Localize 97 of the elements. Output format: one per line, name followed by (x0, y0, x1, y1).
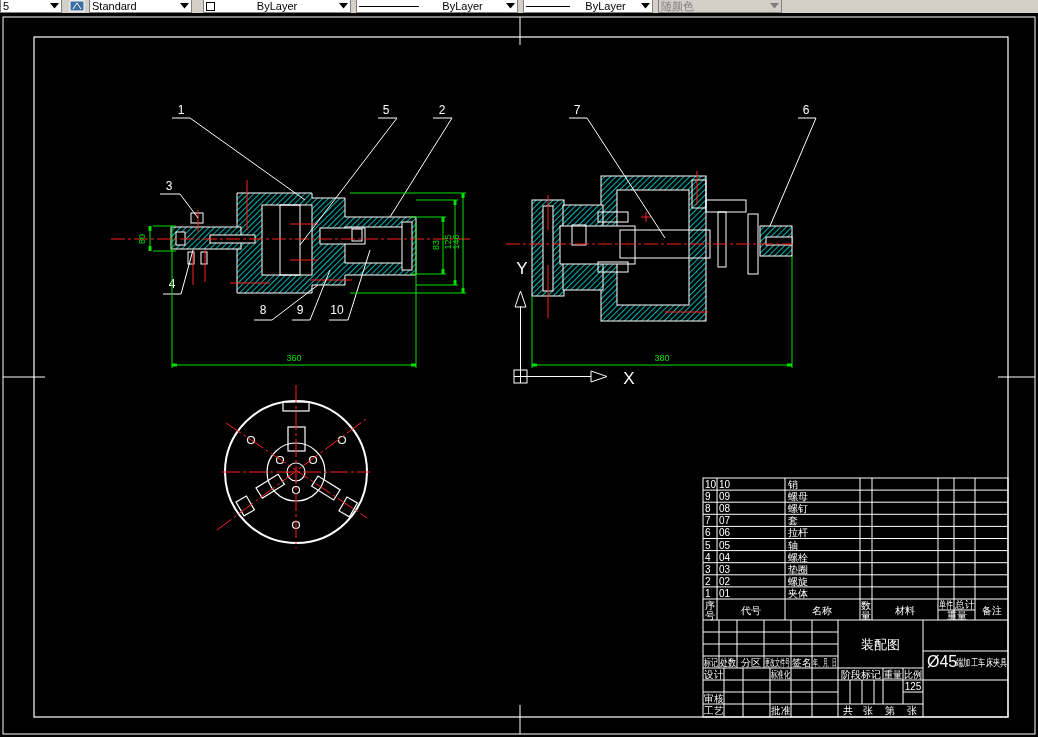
part-code: 05 (719, 539, 731, 551)
linetype-dropdown[interactable]: ByLayer (356, 0, 518, 13)
part-name: 轴 (788, 539, 798, 551)
item-number: 5 (705, 539, 711, 551)
revision-label: 签名 (791, 656, 812, 669)
part-number: 9 (296, 303, 304, 317)
part-number: 2 (438, 103, 446, 117)
part-name: 螺旋 (788, 575, 808, 587)
column-header: 材料 (895, 605, 915, 616)
leader-line (328, 249, 371, 321)
column-header: 代号 (741, 605, 761, 616)
signature-label: 标准化 (771, 668, 790, 681)
part-name: 夹体 (788, 587, 808, 599)
color-swatch-icon (206, 1, 215, 11)
text-dropdown[interactable]: 5 (0, 0, 62, 13)
sheet-count-label: 第 (885, 705, 895, 716)
revision-label: 年、月、日 (812, 657, 838, 669)
column-header: 数量 (861, 600, 871, 621)
dimension-value: 380 (654, 353, 670, 363)
part-number: 3 (165, 179, 173, 193)
drawing-type-label: 装配图 (860, 637, 900, 652)
dimension-value: 125 (443, 234, 453, 250)
part-name: 垫圈 (788, 563, 808, 575)
sheet-count-label: 共 (843, 705, 853, 716)
part-code: 08 (719, 503, 731, 515)
column-header: 序号 (705, 600, 715, 621)
part-code: 01 (719, 587, 731, 599)
part-code: 04 (719, 551, 731, 563)
item-number: 3 (705, 563, 711, 575)
signature-label: 批准 (770, 704, 791, 717)
title-block-label: 重量 (883, 668, 903, 681)
title-block-label: 比例 (903, 668, 923, 681)
signature-label: 审核 (703, 692, 724, 705)
scale-value: 125 (904, 681, 922, 692)
item-number: 8 (705, 503, 711, 515)
dimension-value: 83 (431, 240, 441, 250)
line-sample-icon (526, 3, 570, 9)
part-code: 02 (719, 575, 731, 587)
part-number: 7 (573, 103, 581, 117)
part-number: 8 (259, 303, 267, 317)
signature-label: 工艺 (703, 704, 724, 717)
part-number: 4 (168, 277, 176, 291)
column-header: 总计 (954, 598, 975, 611)
dimension-value: 360 (286, 353, 302, 363)
caret-icon (641, 3, 650, 9)
lineweight-dropdown[interactable]: ByLayer (523, 0, 653, 13)
caret-icon (50, 3, 59, 9)
part-number: 10 (330, 303, 344, 317)
revision-label: 更改文件号 (764, 657, 791, 669)
item-number: 1 (705, 587, 711, 599)
caret-icon (770, 3, 779, 9)
item-number: 7 (705, 515, 711, 527)
axis-label: Y (516, 259, 528, 278)
coordinate-axes-icon (513, 290, 608, 384)
part-name: 套 (788, 515, 798, 527)
revision-label: 分区 (740, 657, 761, 668)
item-number: 10 (705, 479, 717, 490)
part-number: 6 (802, 103, 810, 117)
part-number: 5 (382, 103, 390, 117)
part-code: 09 (719, 491, 731, 503)
text-style-icon[interactable] (69, 0, 85, 12)
part-size-label: Ø45 (927, 653, 958, 670)
column-header: 重量 (946, 610, 967, 621)
part-code: 07 (719, 515, 731, 527)
part-name: 螺栓 (788, 551, 808, 563)
column-header: 备注 (981, 605, 1002, 616)
dimension-value: 80 (137, 234, 147, 244)
item-number: 9 (705, 491, 711, 503)
revision-label: 处数 (720, 657, 736, 669)
item-number: 4 (705, 551, 711, 563)
axis-label: X (623, 369, 635, 388)
sheet-count-label: 张 (907, 705, 917, 716)
title-block-label: 阶段标记 (840, 669, 881, 680)
part-name: 拉杆 (788, 527, 808, 539)
item-number: 6 (705, 527, 711, 539)
part-name: 螺母 (788, 491, 808, 503)
drawing-title: 端加工车床夹具 (956, 656, 1008, 669)
part-number: 1 (177, 103, 185, 117)
column-header: 单件 (938, 598, 954, 611)
part-code: 06 (719, 527, 731, 539)
color-dropdown[interactable]: ByLayer (203, 0, 351, 13)
dimension-value: 146 (451, 234, 461, 250)
part-code: 10 (719, 479, 731, 490)
caret-icon (339, 3, 348, 9)
leader-line (162, 249, 194, 295)
caret-icon (506, 3, 515, 9)
revision-label: 标记 (703, 656, 719, 669)
line-sample-icon (359, 3, 419, 9)
signature-label: 设计 (703, 668, 724, 681)
caret-icon (180, 3, 189, 9)
sheet-count-label: 张 (863, 705, 873, 716)
style-dropdown[interactable]: Standard (89, 0, 192, 13)
part-code: 03 (719, 563, 731, 575)
item-number: 2 (705, 575, 711, 587)
column-header: 名称 (812, 605, 832, 616)
part-name: 销 (788, 479, 798, 490)
part-name: 螺钉 (788, 503, 808, 515)
